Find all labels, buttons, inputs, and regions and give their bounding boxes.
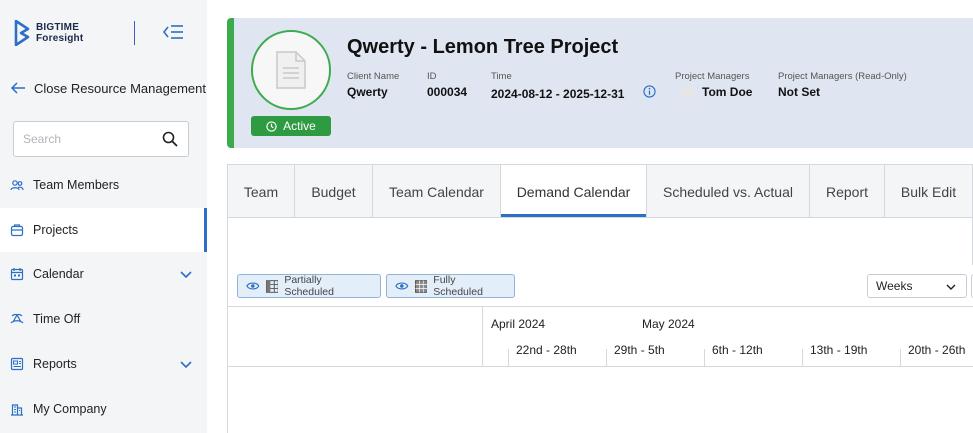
time-off-icon: [10, 313, 24, 324]
partial-grid-icon: [265, 279, 279, 293]
close-resource-management-link[interactable]: Close Resource Management: [10, 80, 206, 96]
week-label: 13th - 19th: [810, 343, 868, 357]
time-value: 2024-08-12 - 2025-12-31: [491, 87, 625, 101]
company-icon: [11, 404, 23, 416]
week-divider: [900, 349, 901, 367]
fully-scheduled-toggle[interactable]: Fully Scheduled: [386, 274, 515, 298]
partially-scheduled-toggle[interactable]: Partially Scheduled: [237, 274, 381, 298]
calendar-body: [227, 367, 973, 433]
month-label: May 2024: [642, 317, 695, 331]
close-resource-management-label: Close Resource Management: [34, 80, 206, 96]
id-value: 000034: [427, 85, 468, 99]
partially-scheduled-label: Partially Scheduled: [284, 274, 334, 298]
calendar-toolbar: Partially Scheduled Fully Scheduled Week…: [227, 265, 973, 307]
document-icon: [276, 51, 306, 89]
arrow-left-icon: [10, 82, 25, 94]
project-managers-readonly-value: Not Set: [778, 85, 820, 99]
collapse-sidebar-icon[interactable]: [162, 23, 184, 41]
client-name-label: Client Name: [347, 71, 400, 82]
tab-demand-calendar[interactable]: Demand Calendar: [501, 165, 647, 218]
project-managers-label: Project Managers: [675, 71, 750, 82]
sidebar-item-reports[interactable]: Reports: [0, 342, 207, 386]
tab-report[interactable]: Report: [810, 165, 885, 218]
week-label: 20th - 26th: [908, 343, 966, 357]
time-label: Time: [491, 71, 512, 82]
week-label: 22nd - 28th: [516, 343, 577, 357]
chevron-down-icon[interactable]: [179, 267, 193, 281]
eye-icon: [395, 282, 409, 290]
tab-team[interactable]: Team: [228, 165, 295, 218]
avatar: [681, 85, 695, 99]
full-grid-icon: [414, 279, 428, 293]
sidebar-item-label: My Company: [33, 402, 107, 416]
team-icon: [10, 180, 24, 191]
reports-icon: [10, 357, 24, 371]
week-label: 29th - 5th: [614, 343, 665, 357]
logo-line1: BIGTIME: [36, 22, 80, 33]
logo-line2: Foresight: [36, 33, 84, 44]
sidebar-item-label: Projects: [33, 223, 79, 237]
project-managers-readonly-label: Project Managers (Read-Only): [778, 71, 907, 82]
view-select-value: Weeks: [876, 279, 913, 293]
calendar-column-divider: [482, 307, 483, 367]
bigtime-logo-icon: [14, 20, 30, 46]
status-badge: Active: [251, 116, 331, 136]
tab-bulk-edit[interactable]: Bulk Edit: [885, 165, 973, 218]
sidebar-item-calendar[interactable]: Calendar: [0, 252, 207, 296]
search-input[interactable]: [14, 122, 154, 156]
chevron-down-icon: [946, 284, 956, 290]
status-label: Active: [283, 119, 316, 133]
view-select[interactable]: Weeks: [867, 274, 967, 298]
sidebar: BIGTIME Foresight Close Resource Managem…: [0, 0, 207, 433]
tab-content-spacer: [227, 217, 973, 266]
bigtime-logo[interactable]: BIGTIME Foresight: [14, 20, 83, 46]
sidebar-item-team-members[interactable]: Team Members: [0, 163, 207, 207]
calendar-header: April 2024 May 2024 22nd - 28th 29th - 5…: [227, 307, 973, 367]
tab-team-calendar[interactable]: Team Calendar: [373, 165, 501, 218]
fully-scheduled-label: Fully Scheduled: [433, 274, 483, 298]
sidebar-item-label: Team Members: [33, 178, 120, 192]
week-divider: [802, 349, 803, 367]
page-title: Qwerty - Lemon Tree Project: [347, 36, 619, 58]
search-icon[interactable]: [162, 131, 178, 147]
week-divider: [704, 349, 705, 367]
project-tabs: Team Budget Team Calendar Demand Calenda…: [227, 164, 973, 218]
tab-scheduled-vs-actual[interactable]: Scheduled vs. Actual: [647, 165, 810, 218]
project-header: Active Qwerty - Lemon Tree Project Clien…: [227, 18, 973, 148]
logo-text: BIGTIME Foresight: [36, 22, 83, 44]
id-label: ID: [427, 71, 437, 82]
tab-budget[interactable]: Budget: [295, 165, 373, 218]
project-managers-value: Tom Doe: [702, 85, 753, 99]
sidebar-item-label: Reports: [33, 357, 77, 371]
sidebar-item-label: Time Off: [33, 312, 81, 326]
project-avatar[interactable]: [251, 30, 331, 110]
calendar-icon: [10, 268, 24, 281]
info-icon[interactable]: [643, 85, 656, 98]
search-box: [13, 121, 189, 157]
projects-icon: [10, 224, 24, 237]
week-label: 6th - 12th: [712, 343, 763, 357]
sidebar-item-projects[interactable]: Projects: [0, 208, 207, 252]
eye-icon: [246, 282, 260, 290]
month-label: April 2024: [491, 317, 546, 331]
week-divider: [606, 349, 607, 367]
week-divider: [508, 349, 509, 367]
sidebar-item-label: Calendar: [33, 267, 84, 281]
chevron-down-icon[interactable]: [179, 357, 193, 371]
clock-icon: [266, 120, 277, 132]
logo-divider: [134, 21, 135, 45]
sidebar-item-time-off[interactable]: Time Off: [0, 297, 207, 341]
sidebar-item-my-company[interactable]: My Company: [0, 387, 207, 431]
client-name-value: Qwerty: [347, 85, 388, 99]
